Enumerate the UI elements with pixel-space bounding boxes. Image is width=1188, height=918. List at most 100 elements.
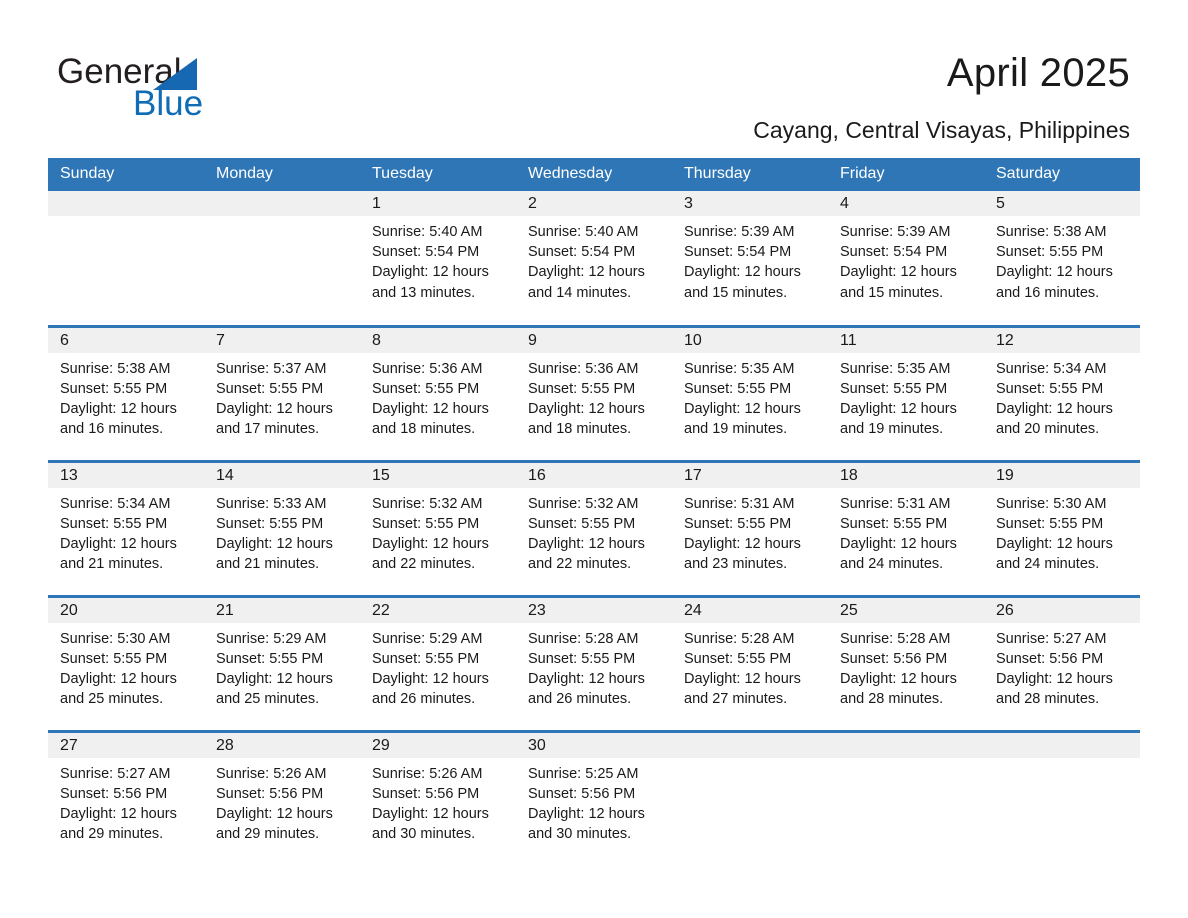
calendar-day-cell[interactable]: 5 Sunrise: 5:38 AM Sunset: 5:55 PM Daylig… [984, 191, 1140, 326]
day-number: 19 [984, 462, 1140, 488]
calendar-day-cell[interactable]: 15 Sunrise: 5:32 AM Sunset: 5:55 PM Dayli… [360, 459, 516, 596]
calendar-header-row: Sunday Monday Tuesday Wednesday Thursday… [48, 158, 1140, 191]
calendar-day-cell[interactable]: 19 Sunrise: 5:30 AM Sunset: 5:55 PM Dayli… [984, 459, 1140, 596]
sun-times-info: Sunrise: 5:28 AM Sunset: 5:56 PM Dayligh… [840, 630, 957, 708]
calendar-day-cell[interactable]: 27 Sunrise: 5:27 AM Sunset: 5:56 PM Dayli… [48, 729, 204, 866]
calendar-day-cell[interactable]: 14 Sunrise: 5:33 AM Sunset: 5:55 PM Dayli… [204, 459, 360, 596]
page-header: General Blue April 2025 Cayang, Central … [0, 0, 1188, 155]
day-number: 22 [360, 597, 516, 623]
page-subtitle-location: Cayang, Central Visayas, Philippines [753, 117, 1130, 143]
calendar-day-cell[interactable]: 9 Sunrise: 5:36 AM Sunset: 5:55 PM Daylig… [516, 324, 672, 461]
sun-times-info: Sunrise: 5:33 AM Sunset: 5:55 PM Dayligh… [216, 495, 333, 573]
day-number: 3 [672, 191, 828, 216]
calendar-day-cell[interactable]: 20 Sunrise: 5:30 AM Sunset: 5:55 PM Dayli… [48, 594, 204, 731]
day-number: 26 [984, 597, 1140, 623]
sun-times-info: Sunrise: 5:28 AM Sunset: 5:55 PM Dayligh… [684, 630, 801, 708]
day-number: 30 [516, 732, 672, 758]
calendar-day-cell[interactable]: 16 Sunrise: 5:32 AM Sunset: 5:55 PM Dayli… [516, 459, 672, 596]
calendar-day-cell[interactable]: 21 Sunrise: 5:29 AM Sunset: 5:55 PM Dayli… [204, 594, 360, 731]
day-number: 7 [204, 327, 360, 353]
calendar-day-cell[interactable]: 6 Sunrise: 5:38 AM Sunset: 5:55 PM Daylig… [48, 324, 204, 461]
sun-times-info: Sunrise: 5:29 AM Sunset: 5:55 PM Dayligh… [372, 630, 489, 708]
day-number: 20 [48, 597, 204, 623]
sun-times-info: Sunrise: 5:36 AM Sunset: 5:55 PM Dayligh… [528, 360, 645, 438]
sun-times-info: Sunrise: 5:32 AM Sunset: 5:55 PM Dayligh… [372, 495, 489, 573]
calendar-day-cell[interactable]: 24 Sunrise: 5:28 AM Sunset: 5:55 PM Dayli… [672, 594, 828, 731]
day-number: 21 [204, 597, 360, 623]
day-number: 11 [828, 327, 984, 353]
weekday-header-friday: Friday [828, 158, 984, 191]
sun-times-info: Sunrise: 5:36 AM Sunset: 5:55 PM Dayligh… [372, 360, 489, 438]
day-number: 28 [204, 732, 360, 758]
sun-times-info: Sunrise: 5:39 AM Sunset: 5:54 PM Dayligh… [840, 224, 957, 301]
calendar-day-cell[interactable]: 3 Sunrise: 5:39 AM Sunset: 5:54 PM Daylig… [672, 191, 828, 326]
day-number: 13 [48, 462, 204, 488]
calendar-week-row: 6 Sunrise: 5:38 AM Sunset: 5:55 PM Daylig… [48, 324, 1140, 461]
sun-times-info: Sunrise: 5:25 AM Sunset: 5:56 PM Dayligh… [528, 765, 645, 843]
sun-times-info: Sunrise: 5:34 AM Sunset: 5:55 PM Dayligh… [996, 360, 1113, 438]
sun-times-info: Sunrise: 5:28 AM Sunset: 5:55 PM Dayligh… [528, 630, 645, 708]
day-number: 6 [48, 327, 204, 353]
day-number [672, 732, 828, 758]
calendar-day-cell-empty [672, 729, 828, 866]
calendar-day-cell[interactable]: 17 Sunrise: 5:31 AM Sunset: 5:55 PM Dayli… [672, 459, 828, 596]
sun-times-info: Sunrise: 5:37 AM Sunset: 5:55 PM Dayligh… [216, 360, 333, 438]
day-number: 29 [360, 732, 516, 758]
calendar-table: Sunday Monday Tuesday Wednesday Thursday… [48, 158, 1140, 866]
day-number: 10 [672, 327, 828, 353]
logo-text-blue: Blue [133, 84, 204, 123]
calendar-day-cell[interactable]: 13 Sunrise: 5:34 AM Sunset: 5:55 PM Dayli… [48, 459, 204, 596]
day-number [204, 191, 360, 216]
sun-times-info: Sunrise: 5:38 AM Sunset: 5:55 PM Dayligh… [60, 360, 177, 438]
sun-times-info: Sunrise: 5:40 AM Sunset: 5:54 PM Dayligh… [372, 224, 489, 301]
generalblue-logo[interactable]: General Blue [57, 52, 347, 124]
sun-times-info: Sunrise: 5:26 AM Sunset: 5:56 PM Dayligh… [216, 765, 333, 843]
sun-times-info: Sunrise: 5:34 AM Sunset: 5:55 PM Dayligh… [60, 495, 177, 573]
calendar-day-cell[interactable]: 26 Sunrise: 5:27 AM Sunset: 5:56 PM Dayli… [984, 594, 1140, 731]
calendar-day-cell[interactable]: 11 Sunrise: 5:35 AM Sunset: 5:55 PM Dayli… [828, 324, 984, 461]
day-number: 18 [828, 462, 984, 488]
calendar-page: General Blue April 2025 Cayang, Central … [0, 0, 1188, 918]
calendar-body: 1 Sunrise: 5:40 AM Sunset: 5:54 PM Daylig… [48, 191, 1140, 866]
calendar-day-cell[interactable]: 23 Sunrise: 5:28 AM Sunset: 5:55 PM Dayli… [516, 594, 672, 731]
weekday-header-thursday: Thursday [672, 158, 828, 191]
calendar-day-cell[interactable]: 12 Sunrise: 5:34 AM Sunset: 5:55 PM Dayli… [984, 324, 1140, 461]
weekday-header-tuesday: Tuesday [360, 158, 516, 191]
sun-times-info: Sunrise: 5:31 AM Sunset: 5:55 PM Dayligh… [840, 495, 957, 573]
calendar-day-cell[interactable]: 4 Sunrise: 5:39 AM Sunset: 5:54 PM Daylig… [828, 191, 984, 326]
calendar-week-row: 20 Sunrise: 5:30 AM Sunset: 5:55 PM Dayli… [48, 594, 1140, 731]
day-number: 24 [672, 597, 828, 623]
calendar-day-cell[interactable]: 10 Sunrise: 5:35 AM Sunset: 5:55 PM Dayli… [672, 324, 828, 461]
weekday-header-wednesday: Wednesday [516, 158, 672, 191]
sun-times-info: Sunrise: 5:26 AM Sunset: 5:56 PM Dayligh… [372, 765, 489, 843]
day-number: 16 [516, 462, 672, 488]
calendar-day-cell[interactable]: 18 Sunrise: 5:31 AM Sunset: 5:55 PM Dayli… [828, 459, 984, 596]
calendar-day-cell-empty [984, 729, 1140, 866]
calendar-day-cell[interactable]: 7 Sunrise: 5:37 AM Sunset: 5:55 PM Daylig… [204, 324, 360, 461]
day-number: 12 [984, 327, 1140, 353]
day-number: 27 [48, 732, 204, 758]
calendar-day-cell[interactable]: 30 Sunrise: 5:25 AM Sunset: 5:56 PM Dayli… [516, 729, 672, 866]
day-number: 4 [828, 191, 984, 216]
calendar-day-cell-empty [48, 191, 204, 326]
calendar-week-row: 27 Sunrise: 5:27 AM Sunset: 5:56 PM Dayli… [48, 729, 1140, 866]
sun-times-info: Sunrise: 5:29 AM Sunset: 5:55 PM Dayligh… [216, 630, 333, 708]
day-number: 14 [204, 462, 360, 488]
weekday-header-sunday: Sunday [48, 158, 204, 191]
sun-times-info: Sunrise: 5:31 AM Sunset: 5:55 PM Dayligh… [684, 495, 801, 573]
page-title: April 2025 [946, 51, 1130, 95]
weekday-header-monday: Monday [204, 158, 360, 191]
day-number: 25 [828, 597, 984, 623]
day-number [984, 732, 1140, 758]
calendar-day-cell[interactable]: 1 Sunrise: 5:40 AM Sunset: 5:54 PM Daylig… [360, 191, 516, 326]
calendar-day-cell[interactable]: 8 Sunrise: 5:36 AM Sunset: 5:55 PM Daylig… [360, 324, 516, 461]
calendar-day-cell[interactable]: 2 Sunrise: 5:40 AM Sunset: 5:54 PM Daylig… [516, 191, 672, 326]
day-number: 15 [360, 462, 516, 488]
calendar-day-cell[interactable]: 22 Sunrise: 5:29 AM Sunset: 5:55 PM Dayli… [360, 594, 516, 731]
calendar-day-cell[interactable]: 29 Sunrise: 5:26 AM Sunset: 5:56 PM Dayli… [360, 729, 516, 866]
calendar-day-cell[interactable]: 25 Sunrise: 5:28 AM Sunset: 5:56 PM Dayli… [828, 594, 984, 731]
day-number: 5 [984, 191, 1140, 216]
calendar-day-cell[interactable]: 28 Sunrise: 5:26 AM Sunset: 5:56 PM Dayli… [204, 729, 360, 866]
sun-times-info: Sunrise: 5:40 AM Sunset: 5:54 PM Dayligh… [528, 224, 645, 301]
day-number: 1 [360, 191, 516, 216]
